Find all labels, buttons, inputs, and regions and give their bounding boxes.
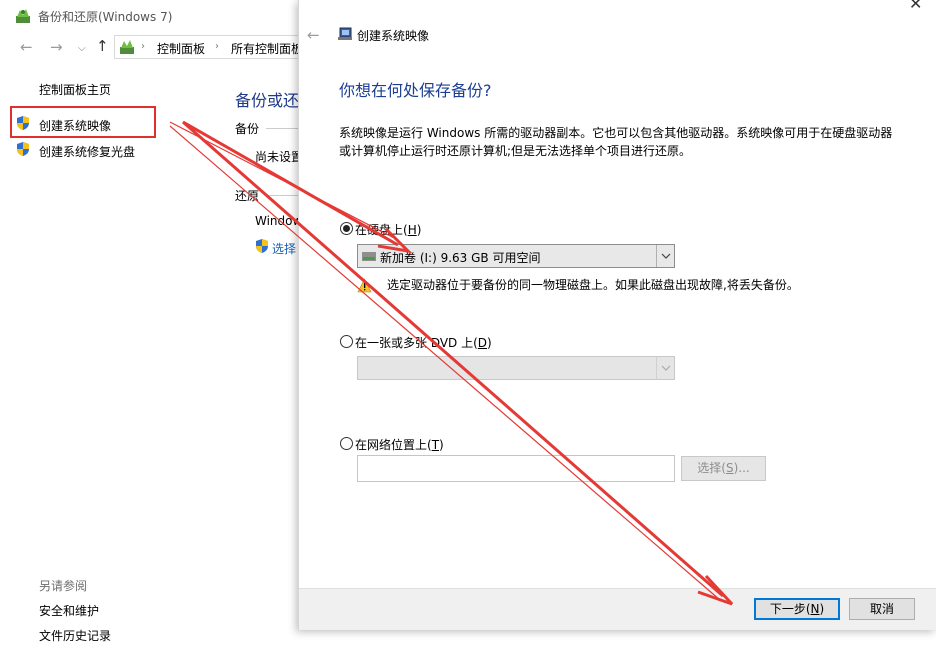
shield-icon [17,142,29,156]
radio-dvd[interactable] [340,335,353,348]
radio-hard-disk-label[interactable]: 在硬盘上(H) [355,221,421,238]
drive-select[interactable]: 新加卷 (I:) 9.63 GB 可用空间 [357,244,675,268]
drive-icon [362,252,376,261]
radio-dvd-label[interactable]: 在一张或多张 DVD 上(D) [355,334,492,351]
dialog-footer: 下一步(N) 取消 [299,588,936,630]
back-arrow-icon[interactable]: ← [307,26,320,44]
next-button[interactable]: 下一步(N) [754,598,840,620]
see-also-file-history[interactable]: 文件历史记录 [39,627,111,644]
app-icon [16,9,30,23]
drive-select-value: 新加卷 (I:) 9.63 GB 可用空间 [380,251,541,265]
warning-text: 选定驱动器位于要备份的同一物理磁盘上。如果此磁盘出现故障,将丢失备份。 [387,278,799,292]
dialog-description: 系统映像是运行 Windows 所需的驱动器副本。它也可以包含其他驱动器。系统映… [339,126,893,158]
breadcrumb-separator-icon: › [215,41,219,52]
create-system-image-dialog: ✕ ← 创建系统映像 你想在何处保存备份? 系统映像是运行 Windows 所需… [298,0,936,630]
address-bar[interactable]: › 控制面板 › 所有控制面板 [114,35,304,59]
up-arrow-icon[interactable]: ↑ [96,37,109,55]
select-network-button[interactable]: 选择(S)... [681,456,766,481]
dialog-heading: 你想在何处保存备份? [339,81,492,100]
network-path-input[interactable] [357,455,675,482]
see-also-security-maintenance[interactable]: 安全和维护 [39,602,99,619]
breadcrumb-all-items[interactable]: 所有控制面板 [231,40,303,57]
page-title: 备份或还 [235,91,300,110]
radio-network-label[interactable]: 在网络位置上(T) [355,436,444,453]
shield-icon [256,239,268,253]
highlight-box [10,106,156,138]
dvd-drive-select[interactable] [357,356,675,380]
system-image-icon [338,27,352,40]
back-arrow-icon[interactable]: ← [20,38,33,56]
backup-section-label: 备份 [235,122,260,136]
sidebar-home-link[interactable]: 控制面板主页 [39,81,111,98]
chevron-down-icon[interactable] [656,245,674,267]
divider [266,195,300,196]
warning-icon [357,278,372,293]
dialog-title: 创建系统映像 [357,29,430,43]
recent-locations-chevron-icon[interactable]: ⌵ [78,43,86,54]
close-icon[interactable]: ✕ [909,0,922,13]
backup-status-text: 尚未设置 [255,150,304,164]
forward-arrow-icon[interactable]: → [50,38,63,56]
breadcrumb-separator-icon: › [141,41,145,52]
radio-network[interactable] [340,437,353,450]
breadcrumb-control-panel[interactable]: 控制面板 [157,40,205,57]
restore-select-link[interactable]: 选择 [272,240,296,257]
radio-hard-disk[interactable] [340,222,353,235]
cancel-button[interactable]: 取消 [849,598,915,620]
restore-text: Window [255,214,303,228]
see-also-heading: 另请参阅 [39,579,88,593]
restore-section-label: 还原 [235,189,260,203]
divider [266,128,300,129]
chevron-down-icon[interactable] [656,357,674,379]
sidebar-item-create-repair-disc[interactable]: 创建系统修复光盘 [39,143,135,160]
window-title: 备份和还原(Windows 7) [38,10,173,24]
control-panel-icon [120,40,134,54]
